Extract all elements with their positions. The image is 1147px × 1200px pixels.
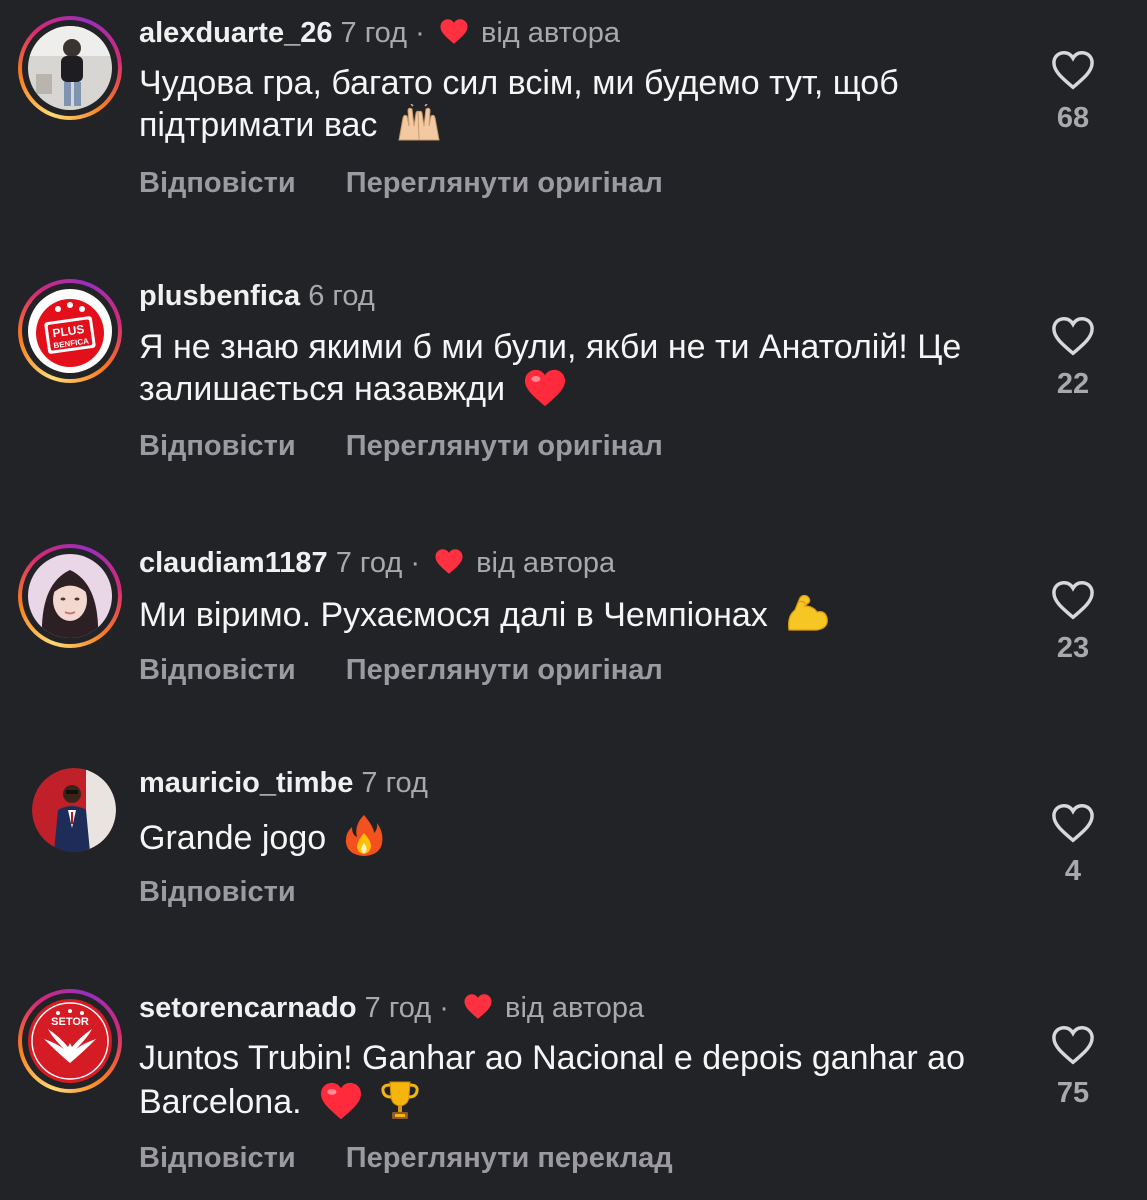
comment-meta: plusbenfica 6 год xyxy=(139,278,375,314)
avatar xyxy=(28,554,112,638)
comment-time: 7 год xyxy=(364,992,432,1024)
author-tag: від автора xyxy=(476,547,616,579)
comment-text: Ми віримо. Рухаємося далі в Чемпіонах xyxy=(139,592,1019,636)
like-count: 4 xyxy=(1064,855,1082,887)
avatar[interactable] xyxy=(32,768,116,852)
like-count: 68 xyxy=(1056,102,1090,134)
view-original-button[interactable]: Переглянути оригінал xyxy=(346,167,663,199)
comment-text-content: Ми віримо. Рухаємося далі в Чемпіонах xyxy=(139,596,768,634)
like-column: 68 xyxy=(1030,50,1116,135)
comment-time: 7 год xyxy=(335,547,403,579)
reply-button[interactable]: Відповісти xyxy=(139,654,296,686)
comment-actions: Відповісти Переглянути переклад xyxy=(139,1142,715,1175)
logo-text: SETOR xyxy=(51,1016,89,1028)
comment-text-content: Grande jogo xyxy=(139,819,327,857)
view-original-button[interactable]: Переглянути оригінал xyxy=(346,654,663,686)
flexed-biceps-emoji-icon xyxy=(788,594,829,631)
comment-meta: mauricio_timbe 7 год xyxy=(139,765,428,801)
comment-actions: Відповісти Переглянути оригінал xyxy=(139,430,705,463)
separator-dot: · xyxy=(415,17,425,49)
liked-by-author-heart-icon xyxy=(440,19,468,44)
comment-text: Я не знаю якими б ми були, якби не ти Ан… xyxy=(139,326,1019,410)
author-tag: від автора xyxy=(505,992,645,1024)
heart-outline-icon[interactable] xyxy=(1051,1025,1095,1065)
raising-hands-emoji-icon xyxy=(398,104,440,141)
comment-time: 7 год xyxy=(340,17,408,49)
like-column: 4 xyxy=(1030,803,1116,888)
like-count: 22 xyxy=(1056,368,1090,400)
red-heart-emoji-icon xyxy=(321,1082,361,1120)
liked-by-author-heart-icon xyxy=(464,994,492,1019)
separator-dot: · xyxy=(439,992,449,1024)
comment-text: Juntos Trubin! Ganhar ao Nacional e depo… xyxy=(139,1037,1019,1123)
username-link[interactable]: mauricio_timbe xyxy=(139,767,353,799)
author-tag: від автора xyxy=(480,17,621,49)
username-link[interactable]: setorencarnado xyxy=(139,992,357,1024)
comment-actions: Відповісти xyxy=(139,876,338,909)
avatar-story-ring[interactable] xyxy=(18,544,122,648)
username-link[interactable]: alexduarte_26 xyxy=(139,17,332,49)
liked-by-author-heart-icon xyxy=(435,549,463,574)
like-column: 22 xyxy=(1030,316,1116,401)
comment-meta: setorencarnado 7 год · від автора xyxy=(139,990,644,1026)
reply-button[interactable]: Відповісти xyxy=(139,1142,296,1174)
reply-button[interactable]: Відповісти xyxy=(139,430,296,462)
comment-text: Grande jogo xyxy=(139,813,1019,859)
avatar-story-ring[interactable]: PLUS BENFICA xyxy=(18,279,122,383)
heart-outline-icon[interactable] xyxy=(1051,803,1095,843)
comment-text-content: Чудова гра, багато сил всім, ми будемо т… xyxy=(139,64,899,144)
like-column: 23 xyxy=(1030,580,1116,665)
avatar-story-ring[interactable] xyxy=(18,16,122,120)
like-count: 75 xyxy=(1056,1077,1090,1109)
trophy-emoji-icon xyxy=(381,1081,420,1119)
red-heart-emoji-icon xyxy=(524,369,565,407)
username-link[interactable]: claudiam1187 xyxy=(139,547,328,579)
reply-button[interactable]: Відповісти xyxy=(139,876,296,908)
comment-text-content: Juntos Trubin! Ganhar ao Nacional e depo… xyxy=(139,1039,965,1121)
separator-dot: · xyxy=(410,547,420,579)
avatar: SETOR xyxy=(28,999,112,1083)
like-count: 23 xyxy=(1056,632,1090,664)
like-column: 75 xyxy=(1030,1025,1116,1110)
comment-time: 6 год xyxy=(308,280,375,312)
username-link[interactable]: plusbenfica xyxy=(139,280,300,312)
view-translation-button[interactable]: Переглянути переклад xyxy=(346,1142,673,1174)
comment-time: 7 год xyxy=(361,767,428,799)
comment-meta: claudiam1187 7 год · від автора xyxy=(139,545,615,581)
avatar-image xyxy=(32,768,116,852)
comment-actions: Відповісти Переглянути оригінал xyxy=(139,654,705,687)
heart-outline-icon[interactable] xyxy=(1051,316,1095,356)
reply-button[interactable]: Відповісти xyxy=(139,167,296,199)
avatar: PLUS BENFICA xyxy=(28,289,112,373)
fire-emoji-icon xyxy=(345,815,383,856)
avatar xyxy=(28,26,112,110)
heart-outline-icon[interactable] xyxy=(1051,580,1095,620)
heart-outline-icon[interactable] xyxy=(1051,50,1095,90)
comment-meta: alexduarte_26 7 год · від автора xyxy=(139,15,620,51)
view-original-button[interactable]: Переглянути оригінал xyxy=(346,430,663,462)
comment-text: Чудова гра, багато сил всім, ми будемо т… xyxy=(139,62,1019,146)
avatar-story-ring[interactable]: SETOR xyxy=(18,989,122,1093)
comment-actions: Відповісти Переглянути оригінал xyxy=(139,167,705,200)
